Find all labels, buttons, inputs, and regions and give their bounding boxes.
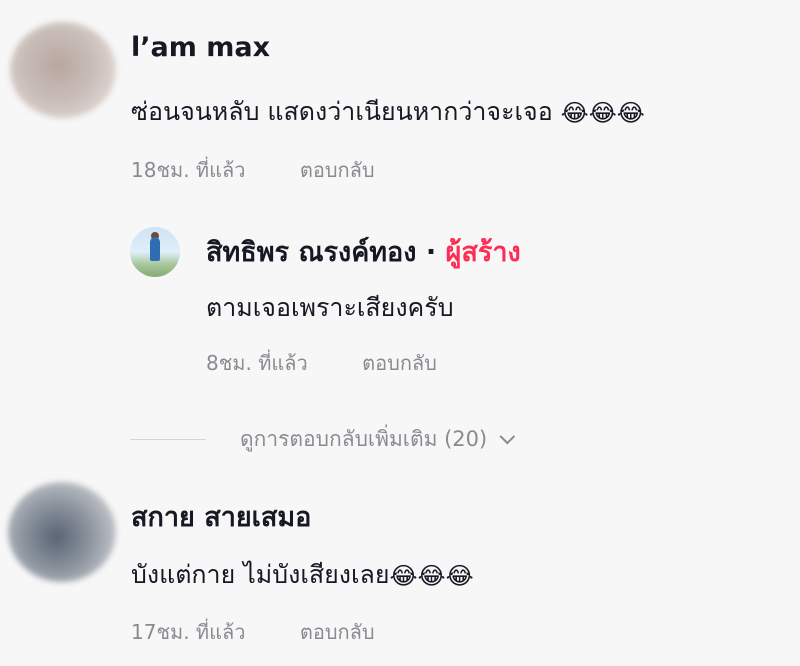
comment-meta: 17ชม. ที่แล้ว ตอบกลับ <box>131 616 375 648</box>
avatar-figure-body <box>150 237 160 261</box>
comment-text: ซ่อนจนหลับ แสดงว่าเนียนหากว่าจะเจอ 😂😂😂 <box>131 92 645 132</box>
comment-text-body: บังแต่กาย ไม่บังเสียงเลย <box>131 560 390 589</box>
comment-timestamp: 17ชม. ที่แล้ว <box>131 620 246 644</box>
comment-text: บังแต่กาย ไม่บังเสียงเลย😂😂😂 <box>131 555 474 595</box>
reply-username[interactable]: สิทธิพร ณรงค์ทอง <box>206 237 416 268</box>
avatar[interactable] <box>10 22 116 118</box>
avatar[interactable] <box>130 227 180 277</box>
comment-username[interactable]: l’am max <box>131 32 270 63</box>
comment-meta: 18ชม. ที่แล้ว ตอบกลับ <box>131 154 375 186</box>
chevron-down-icon <box>499 428 516 445</box>
laughing-emoji-icon: 😂😂😂 <box>389 562 474 590</box>
reply-text: ตามเจอเพราะเสียงครับ <box>206 293 454 322</box>
creator-badge: ผู้สร้าง <box>445 237 521 268</box>
comment-timestamp: 18ชม. ที่แล้ว <box>131 158 246 182</box>
reply-timestamp: 8ชม. ที่แล้ว <box>206 351 308 375</box>
reply-button[interactable]: ตอบกลับ <box>362 351 437 375</box>
reply-button[interactable]: ตอบกลับ <box>300 620 375 644</box>
view-more-replies-label: ดูการตอบกลับเพิ่มเติม (20) <box>240 427 488 451</box>
separator-dot: · <box>425 237 437 268</box>
reply-meta: 8ชม. ที่แล้ว ตอบกลับ <box>206 347 437 379</box>
reply-username-row: สิทธิพร ณรงค์ทอง · ผู้สร้าง <box>206 230 521 273</box>
reply-button[interactable]: ตอบกลับ <box>300 158 375 182</box>
laughing-emoji-icon: 😂😂😂 <box>560 99 645 127</box>
comment-text-body: ซ่อนจนหลับ แสดงว่าเนียนหากว่าจะเจอ <box>131 97 553 126</box>
avatar[interactable] <box>8 482 116 582</box>
divider-line <box>130 439 206 440</box>
comment-username[interactable]: สกาย สายเสมอ <box>131 495 311 538</box>
view-more-replies-button[interactable]: ดูการตอบกลับเพิ่มเติม (20) <box>130 423 516 456</box>
